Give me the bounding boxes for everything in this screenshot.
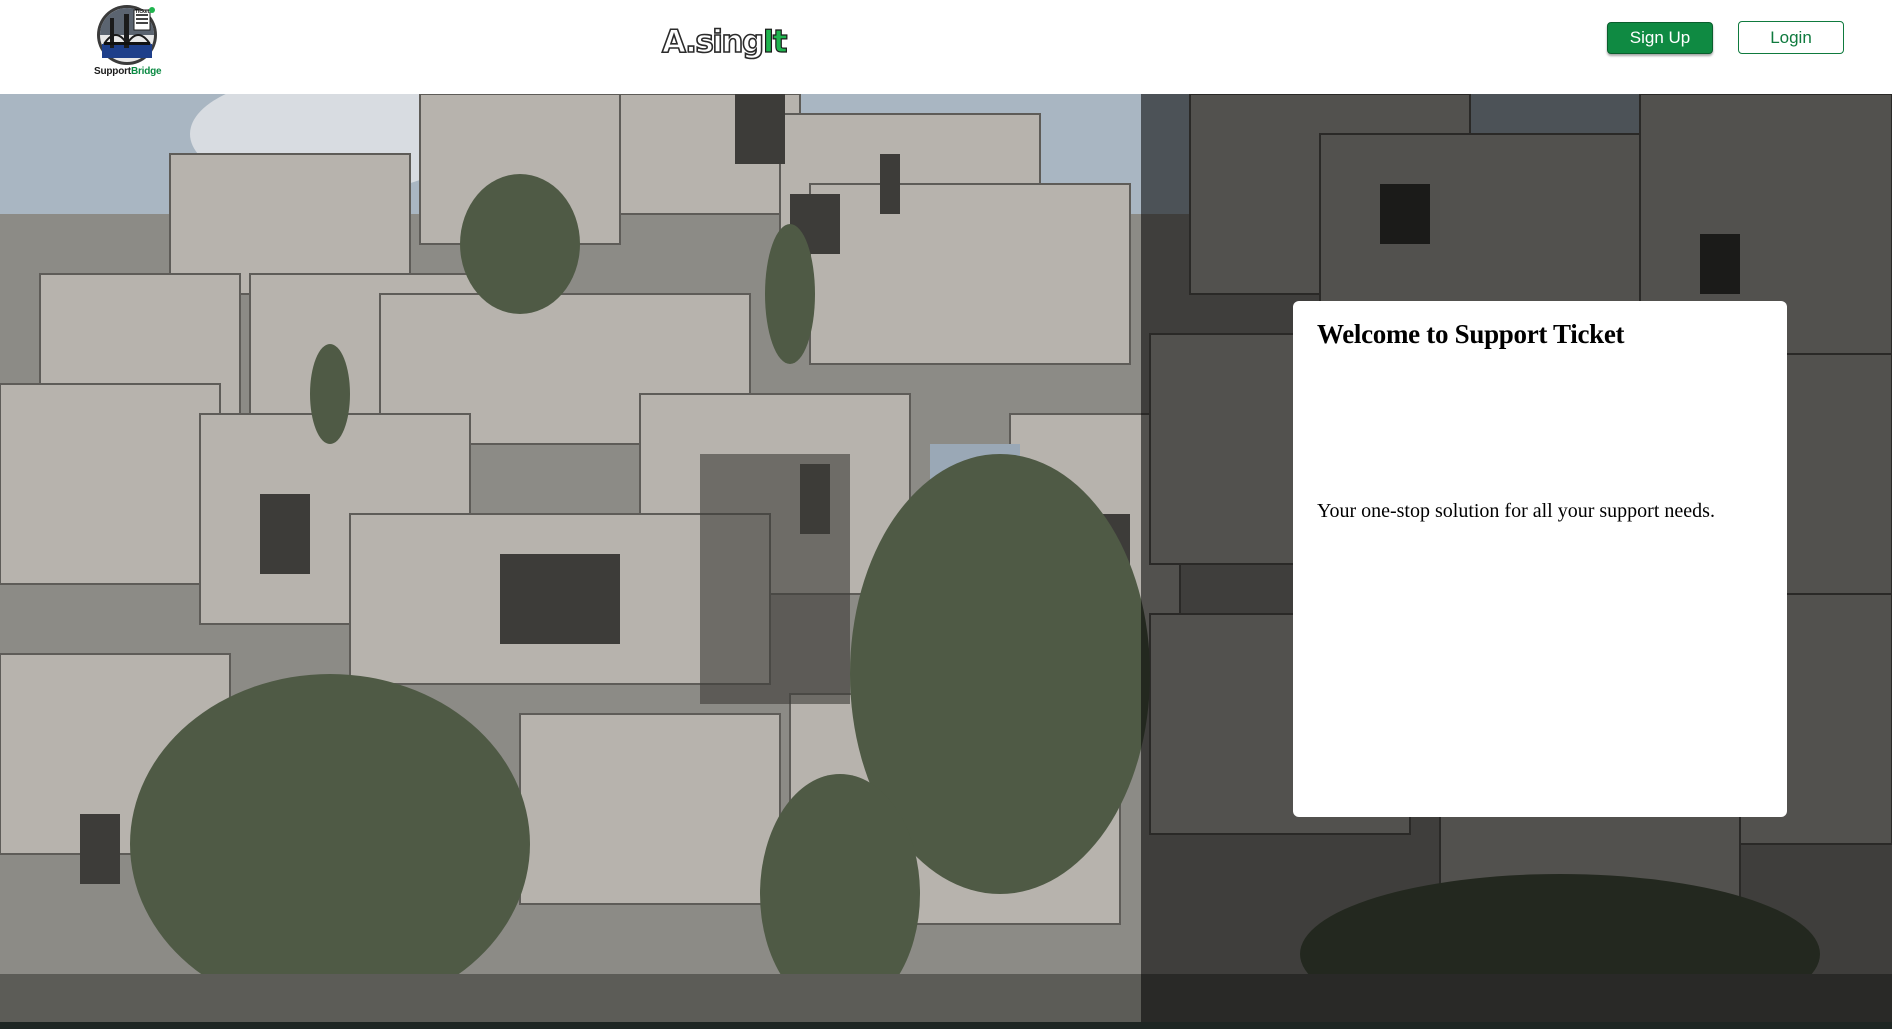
logo-badge-text: Ticket: [135, 9, 150, 15]
login-button[interactable]: Login: [1738, 21, 1844, 54]
logo-wordmark: SupportBridge: [94, 66, 162, 77]
top-navbar: Ticket SupportBridge A.singIt Sign Up Lo…: [0, 0, 1892, 94]
welcome-tagline: Your one-stop solution for all your supp…: [1317, 500, 1715, 522]
brand-title-part-1: A.sing: [661, 23, 765, 61]
welcome-heading: Welcome to Support Ticket: [1317, 319, 1625, 349]
logo-word-support: Support: [94, 66, 131, 77]
brand-title: A.singIt: [661, 20, 788, 64]
bridge-logo-icon: Ticket: [97, 5, 157, 65]
logo-word-bridge: Bridge: [130, 66, 162, 77]
support-bridge-logo[interactable]: Ticket SupportBridge: [94, 2, 162, 80]
bottom-edge-bar: [0, 1022, 1892, 1029]
brand-title-part-2: It: [762, 23, 788, 60]
signup-button[interactable]: Sign Up: [1607, 22, 1713, 54]
welcome-card: Welcome to Support Ticket Your one-stop …: [1293, 301, 1787, 817]
